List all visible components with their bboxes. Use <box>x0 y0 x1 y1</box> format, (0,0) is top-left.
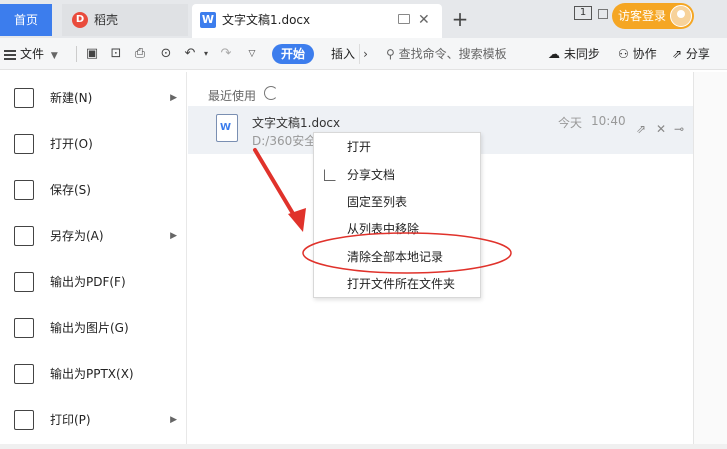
sync-label: 未同步 <box>563 47 600 61</box>
menu-item-print[interactable]: 打印(P) ▶ <box>0 400 187 440</box>
menu-item-export-pdf[interactable]: 输出为PDF(F) <box>0 262 187 302</box>
menu-item-new[interactable]: 新建(N) ▶ <box>0 78 187 118</box>
menu-item-save-as[interactable]: 另存为(A) ▶ <box>0 216 187 256</box>
guest-login-label: 访客登录 <box>618 9 667 23</box>
menu-item-open[interactable]: 打开(O) <box>0 124 187 164</box>
chevron-down-icon: ▼ <box>50 51 58 61</box>
share-icon <box>324 169 336 181</box>
tab-daoke-label: 稻壳 <box>94 13 119 27</box>
export-icon[interactable]: ⊡ <box>108 46 124 62</box>
more-tabs-button[interactable]: › <box>359 44 371 64</box>
menu-item-export-pptx[interactable]: 输出为PPTX(X) <box>0 354 187 394</box>
command-search[interactable]: ⚲ 查找命令、搜索模板 <box>386 44 507 64</box>
refresh-icon[interactable] <box>264 86 278 100</box>
menu-item-label: 输出为图片(G) <box>50 321 129 335</box>
search-icon: ⚲ <box>386 47 395 61</box>
recent-file-path: D:/360安全 <box>252 134 317 148</box>
monitor-icon[interactable] <box>398 14 410 24</box>
undo-dropdown-icon[interactable]: ▾ <box>198 46 214 62</box>
toolbar-divider <box>76 46 77 62</box>
tab-daoke[interactable]: D 稻壳 <box>62 4 188 36</box>
recent-file-time: 10:40 <box>591 114 626 128</box>
context-pin[interactable]: 固定至列表 <box>314 189 480 216</box>
save-icon[interactable]: ▣ <box>84 46 100 62</box>
context-remove[interactable]: 从列表中移除 <box>314 216 480 243</box>
submenu-arrow-icon: ▶ <box>170 93 177 103</box>
right-panel-edge <box>693 72 727 444</box>
file-menu-label: 文件 <box>20 47 45 61</box>
collaborate-button[interactable]: ⚇ 协作 <box>618 44 657 64</box>
close-tab-icon[interactable]: ✕ <box>418 4 430 36</box>
pin-icon[interactable]: ⊸ <box>674 122 684 136</box>
new-tab-button[interactable]: + <box>450 6 470 34</box>
menu-item-label: 打印(P) <box>50 413 91 427</box>
context-open-folder[interactable]: 打开文件所在文件夹 <box>314 271 480 298</box>
guest-login-button[interactable]: 访客登录 <box>612 3 694 29</box>
printer-icon <box>14 410 34 430</box>
annotation-arrow-head <box>288 208 306 232</box>
pptx-export-icon <box>14 364 34 384</box>
avatar <box>670 5 692 27</box>
share-icon[interactable]: ⇗ <box>636 122 646 136</box>
customize-dropdown-icon[interactable]: ▽ <box>244 46 260 62</box>
image-export-icon <box>14 318 34 338</box>
tab-start[interactable]: 开始 <box>272 44 314 64</box>
share-button[interactable]: ⇗ 分享 <box>672 44 710 64</box>
tab-document[interactable]: W 文字文稿1.docx ✕ <box>192 4 442 38</box>
file-menu-button[interactable]: 文件 ▼ <box>4 44 58 64</box>
menu-item-label: 保存(S) <box>50 183 91 197</box>
menu-item-label: 新建(N) <box>50 91 93 105</box>
menu-item-label: 输出为PDF(F) <box>50 275 126 289</box>
redo-icon[interactable]: ↷ <box>218 46 234 62</box>
menu-item-label: 另存为(A) <box>50 229 104 243</box>
context-share-label: 分享文档 <box>347 168 396 182</box>
annotation-arrow-shaft <box>253 148 300 224</box>
new-file-icon <box>14 88 34 108</box>
context-open[interactable]: 打开 <box>314 134 480 161</box>
toolbar: 文件 ▼ ▣ ⊡ ⎙ ⊙ ↶ ▾ ↷ ▽ 开始 插入 › ⚲ 查找命令、搜索模板… <box>0 38 727 70</box>
undo-icon[interactable]: ↶ <box>182 46 198 62</box>
save-as-icon <box>14 226 34 246</box>
context-menu: 打开 分享文档 固定至列表 从列表中移除 清除全部本地记录 打开文件所在文件夹 <box>313 132 481 298</box>
title-bar: 首页 D 稻壳 W 文字文稿1.docx ✕ + 1 访客登录 <box>0 0 727 38</box>
window-layout-icon[interactable] <box>598 9 608 19</box>
save-icon <box>14 180 34 200</box>
hamburger-icon <box>4 49 16 60</box>
collaborate-icon: ⚇ <box>618 47 629 61</box>
menu-item-save[interactable]: 保存(S) <box>0 170 187 210</box>
print-icon[interactable]: ⎙ <box>132 46 148 62</box>
menu-item-export-image[interactable]: 输出为图片(G) <box>0 308 187 348</box>
status-strip <box>0 444 727 449</box>
recent-section-title: 最近使用 <box>208 89 257 103</box>
folder-icon <box>14 134 34 154</box>
share-icon: ⇗ <box>672 47 683 61</box>
context-share[interactable]: 分享文档 <box>314 162 480 189</box>
tab-home[interactable]: 首页 <box>0 4 52 36</box>
file-menu-panel: 新建(N) ▶ 打开(O) 保存(S) 另存为(A) ▶ 输出为PDF(F) 输… <box>0 72 187 444</box>
collaborate-label: 协作 <box>632 47 657 61</box>
sync-status-button[interactable]: ☁ 未同步 <box>548 44 600 64</box>
pdf-export-icon <box>14 272 34 292</box>
share-label: 分享 <box>685 47 710 61</box>
word-document-icon <box>216 114 238 142</box>
cloud-icon: ☁ <box>548 47 560 61</box>
daoke-logo-icon: D <box>72 12 88 28</box>
search-placeholder: 查找命令、搜索模板 <box>398 47 507 61</box>
submenu-arrow-icon: ▶ <box>170 231 177 241</box>
submenu-arrow-icon: ▶ <box>170 415 177 425</box>
recent-file-date: 今天 <box>558 116 583 130</box>
recent-file-name: 文字文稿1.docx <box>252 116 341 130</box>
menu-item-label: 输出为PPTX(X) <box>50 367 134 381</box>
writer-doc-icon: W <box>200 12 216 28</box>
print-preview-icon[interactable]: ⊙ <box>158 46 174 62</box>
context-clear-all[interactable]: 清除全部本地记录 <box>314 244 480 271</box>
tab-document-label: 文字文稿1.docx <box>222 13 311 27</box>
menu-item-label: 打开(O) <box>50 137 93 151</box>
remove-icon[interactable]: ✕ <box>656 122 666 136</box>
window-count-badge[interactable]: 1 <box>574 6 592 20</box>
tab-insert[interactable]: 插入 <box>331 44 355 64</box>
